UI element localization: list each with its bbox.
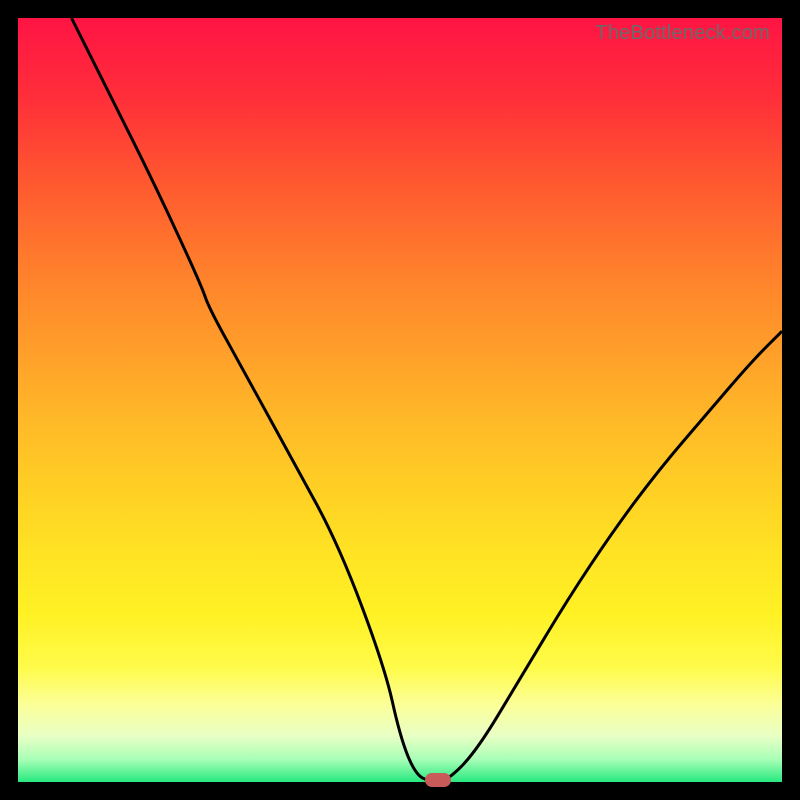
plot-area: TheBottleneck.com <box>18 18 782 782</box>
curve-path <box>72 18 783 782</box>
optimal-point-marker <box>425 773 451 787</box>
bottleneck-curve <box>18 18 782 782</box>
chart-frame: TheBottleneck.com <box>0 0 800 800</box>
